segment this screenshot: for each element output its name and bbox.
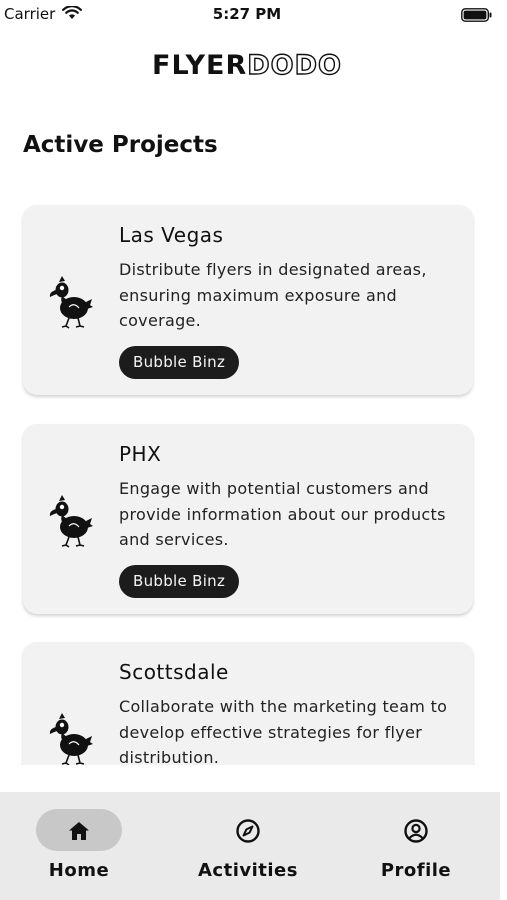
tab-home-label: Home [48, 860, 110, 881]
project-description: Collaborate with the marketing team to d… [119, 697, 448, 765]
logo-text-dodo: DODO [247, 49, 342, 81]
project-card[interactable]: PHX Engage with potential customers and … [23, 424, 473, 614]
tab-activities-label: Activities [198, 860, 298, 881]
project-title: Scottsdale [119, 660, 229, 684]
project-description: Distribute flyers in designated areas, e… [119, 260, 427, 330]
dodo-bird-icon [49, 495, 93, 548]
status-bar: Carrier 5:27 PM [0, 0, 507, 30]
client-badge[interactable]: Bubble Binz [119, 346, 240, 379]
project-list[interactable]: Las Vegas Distribute flyers in designate… [0, 195, 507, 765]
page-title: Active Projects [23, 132, 218, 158]
compass-icon [236, 819, 260, 843]
profile-icon [404, 819, 428, 843]
app-logo: FLYERDODO [0, 49, 494, 82]
home-icon [69, 822, 89, 840]
client-badge[interactable]: Bubble Binz [119, 565, 240, 598]
project-card[interactable]: Scottsdale Collaborate with the marketin… [23, 642, 473, 765]
project-card[interactable]: Las Vegas Distribute flyers in designate… [23, 205, 473, 395]
tab-home[interactable]: Home [4, 792, 154, 900]
project-description: Engage with potential customers and prov… [119, 479, 446, 549]
tab-activities[interactable]: Activities [173, 792, 323, 900]
status-time: 5:27 PM [212, 5, 282, 23]
tab-profile-label: Profile [380, 860, 452, 881]
dodo-bird-icon [49, 713, 93, 765]
logo-text-flyer: FLYER [152, 50, 248, 81]
tab-profile[interactable]: Profile [341, 792, 491, 900]
bottom-tab-bar: Home Activities Profile [0, 792, 500, 900]
project-title: PHX [119, 442, 162, 466]
battery-icon [461, 8, 492, 22]
project-title: Las Vegas [119, 223, 224, 247]
dodo-bird-icon [49, 276, 93, 329]
